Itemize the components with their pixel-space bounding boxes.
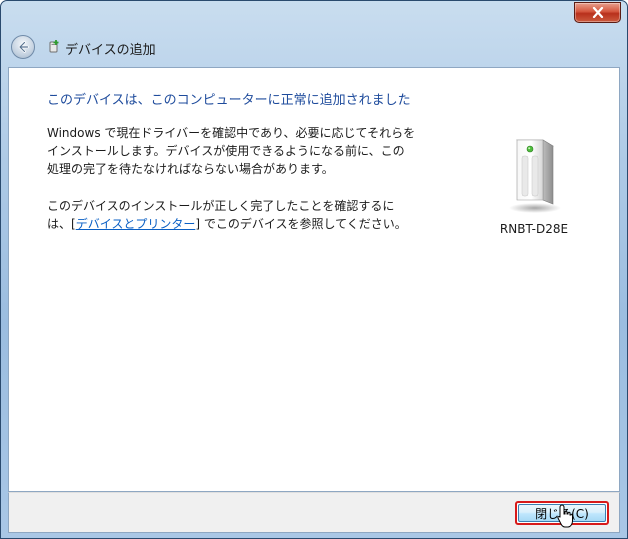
- text-line: Windows で現在ドライバーを確認中であり、必要に応じてそれらを: [47, 126, 416, 140]
- text-line: 処理の完了を待たなければならない場合があります。: [47, 162, 334, 176]
- wizard-header: デバイスの追加: [1, 31, 627, 65]
- wizard-title: デバイスの追加: [65, 43, 156, 58]
- title-bar: [1, 1, 627, 31]
- text-fragment: ] でこのデバイスを参照してください。: [195, 217, 407, 231]
- success-heading: このデバイスは、このコンピューターに正常に追加されました: [47, 93, 411, 108]
- close-icon: [592, 7, 603, 18]
- back-arrow-icon: [18, 41, 29, 53]
- content-pane: このデバイスは、このコンピューターに正常に追加されました Windows で現在…: [8, 67, 620, 492]
- back-button[interactable]: [11, 35, 35, 59]
- text-line: このデバイスのインストールが正しく完了したことを確認するに: [47, 199, 395, 213]
- button-bar: 閉じる(C): [8, 492, 620, 533]
- text-line: インストールします。デバイスが使用できるようになる前に、この: [47, 144, 405, 158]
- devices-and-printers-link[interactable]: デバイスとプリンター: [76, 217, 196, 231]
- text-fragment: は、[: [47, 217, 76, 231]
- external-drive-icon: [509, 139, 561, 213]
- verify-info-paragraph: このデバイスのインストールが正しく完了したことを確認するに は、[デバイスとプリ…: [47, 197, 432, 233]
- window-close-button[interactable]: [574, 2, 621, 23]
- driver-info-paragraph: Windows で現在ドライバーを確認中であり、必要に応じてそれらを インストー…: [47, 124, 432, 178]
- text-line: は、[デバイスとプリンター] でこのデバイスを参照してください。: [47, 215, 432, 233]
- device-name: RNBT-D28E: [499, 222, 569, 236]
- add-device-window: デバイスの追加 このデバイスは、このコンピューターに正常に追加されました Win…: [0, 0, 628, 539]
- add-device-icon: [49, 40, 59, 53]
- mouse-cursor-icon: [557, 504, 573, 528]
